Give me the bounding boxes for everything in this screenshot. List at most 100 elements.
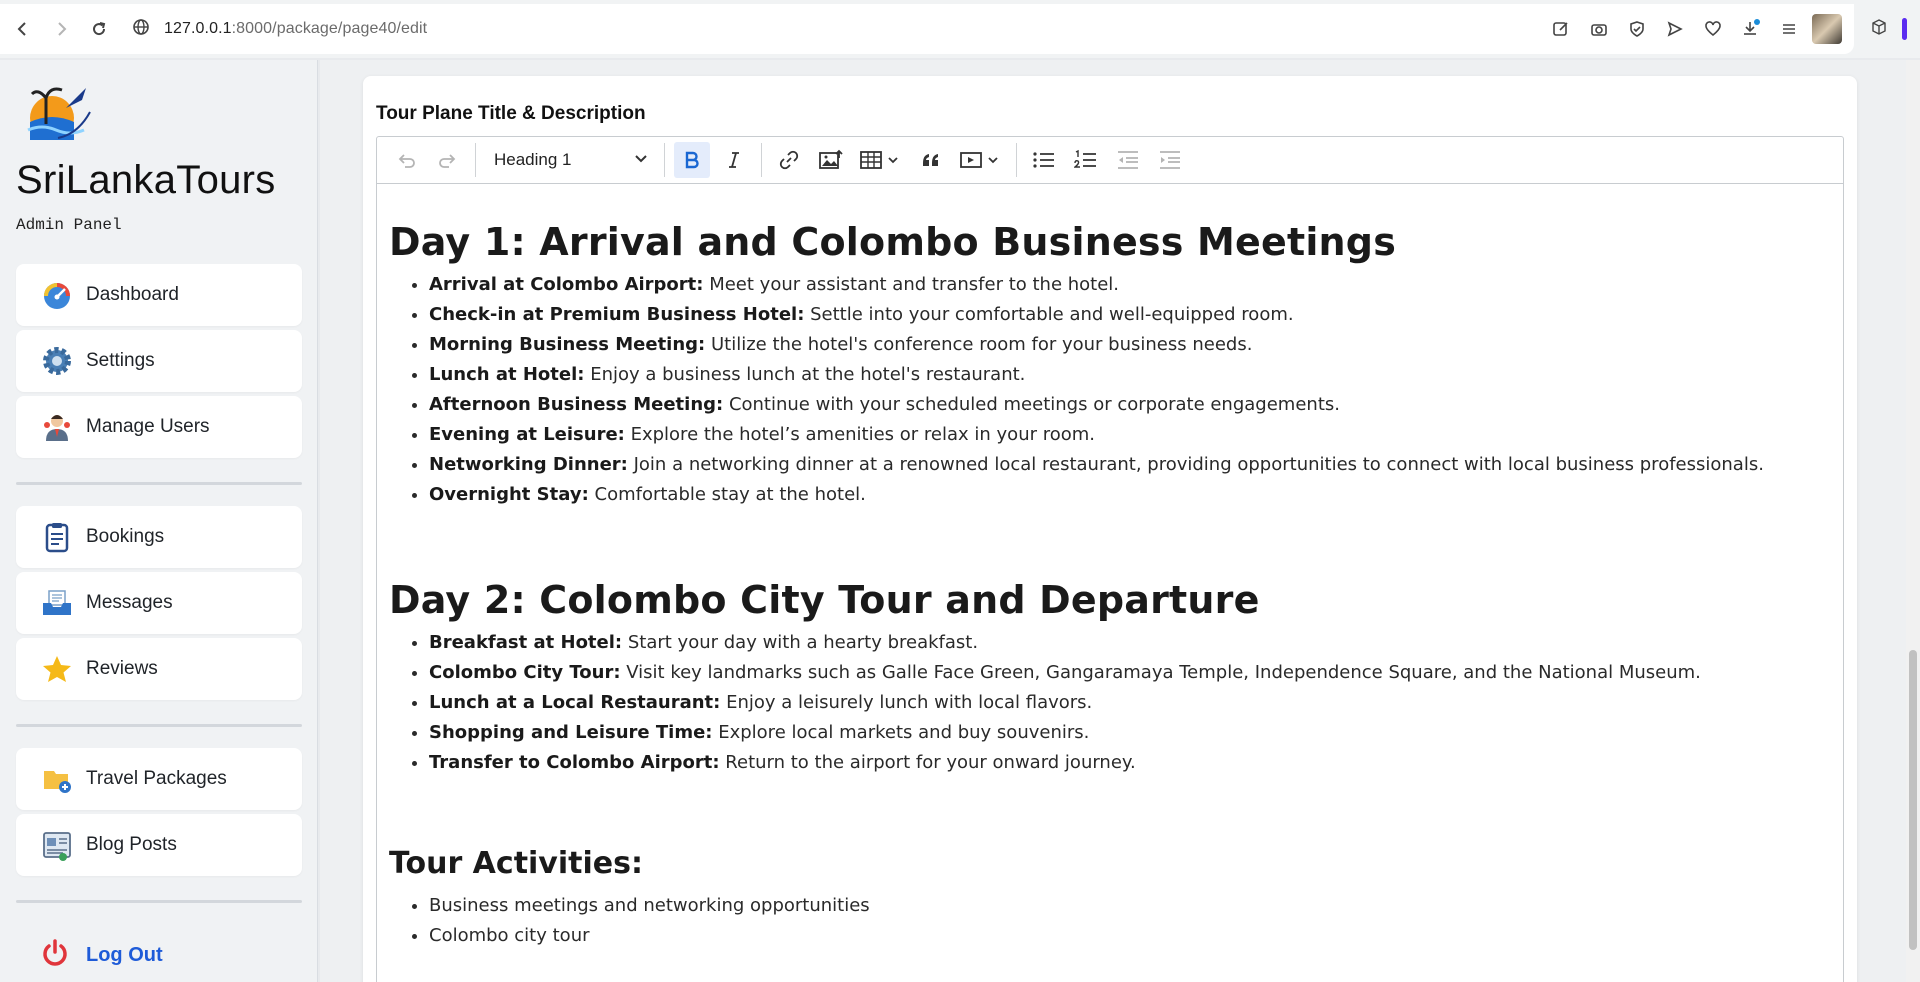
cube-icon[interactable] bbox=[1870, 18, 1888, 41]
bold-icon[interactable] bbox=[674, 142, 710, 178]
undo-icon[interactable] bbox=[388, 142, 424, 178]
sidebar-divider bbox=[16, 482, 302, 485]
list-item: Shopping and Leisure Time: Explore local… bbox=[429, 718, 1831, 748]
toolbar-separator bbox=[1016, 143, 1017, 177]
dashboard-gauge-icon bbox=[40, 278, 74, 312]
image-upload-icon[interactable] bbox=[813, 142, 849, 178]
address-bar[interactable]: 127.0.0.1:8000/package/page40/edit bbox=[132, 9, 427, 49]
sidebar-item-settings[interactable]: Settings bbox=[16, 330, 302, 392]
sidebar-item-blog-posts[interactable]: Blog Posts bbox=[16, 814, 302, 876]
sidebar-item-label: Dashboard bbox=[86, 284, 179, 305]
sidebar-item-label: Reviews bbox=[86, 658, 158, 679]
bulleted-list-icon[interactable] bbox=[1026, 142, 1062, 178]
browser-toolbar-inner: 127.0.0.1:8000/package/page40/edit bbox=[0, 4, 1854, 54]
travel-packages-folder-icon bbox=[40, 762, 74, 796]
list-item: Breakfast at Hotel: Start your day with … bbox=[429, 628, 1831, 658]
heading-dropdown[interactable]: Heading 1 bbox=[482, 142, 658, 178]
day2-heading: Day 2: Colombo City Tour and Departure bbox=[389, 578, 1260, 622]
reviews-star-icon bbox=[40, 652, 74, 686]
sidebar-item-manage-users[interactable]: Manage Users bbox=[16, 396, 302, 458]
day1-list: Arrival at Colombo Airport: Meet your as… bbox=[389, 270, 1831, 510]
browser-actions bbox=[1542, 4, 1842, 54]
sidebar-divider bbox=[16, 724, 302, 727]
bookings-clipboard-icon bbox=[40, 520, 74, 554]
browser-toolbar: 127.0.0.1:8000/package/page40/edit bbox=[0, 0, 1920, 58]
activities-list: Business meetings and networking opportu… bbox=[389, 891, 1831, 951]
sidebar: SriLankaTours Admin Panel Dashboard Sett… bbox=[0, 60, 318, 982]
sidebar-item-label: Bookings bbox=[86, 526, 165, 547]
sidebar-item-messages[interactable]: Messages bbox=[16, 572, 302, 634]
day2-list: Breakfast at Hotel: Start your day with … bbox=[389, 628, 1831, 778]
menu-icon[interactable] bbox=[1770, 10, 1808, 48]
list-item: Afternoon Business Meeting: Continue wit… bbox=[429, 390, 1831, 420]
blog-posts-icon bbox=[40, 828, 74, 862]
sidebar-item-label: Manage Users bbox=[86, 416, 210, 437]
list-item: Colombo city tour bbox=[429, 921, 1831, 951]
sidebar-item-label: Blog Posts bbox=[86, 834, 177, 855]
sidebar-item-label: Settings bbox=[86, 350, 155, 371]
list-item: Transfer to Colombo Airport: Return to t… bbox=[429, 748, 1831, 778]
back-arrow-icon[interactable] bbox=[4, 10, 42, 48]
list-item: Arrival at Colombo Airport: Meet your as… bbox=[429, 270, 1831, 300]
camera-icon[interactable] bbox=[1580, 10, 1618, 48]
activities-heading: Tour Activities: bbox=[389, 846, 643, 881]
list-item: Colombo City Tour: Visit key landmarks s… bbox=[429, 658, 1831, 688]
settings-gear-icon bbox=[40, 344, 74, 378]
sidebar-item-label: Travel Packages bbox=[86, 768, 227, 789]
list-item: Check-in at Premium Business Hotel: Sett… bbox=[429, 300, 1831, 330]
scrollbar-thumb[interactable] bbox=[1909, 650, 1917, 950]
sidebar-divider bbox=[16, 900, 302, 903]
day1-heading: Day 1: Arrival and Colombo Business Meet… bbox=[389, 220, 1397, 264]
sidebar-item-bookings[interactable]: Bookings bbox=[16, 506, 302, 568]
heading-dropdown-value: Heading 1 bbox=[494, 150, 572, 169]
extensions-area bbox=[1858, 4, 1920, 54]
shield-icon[interactable] bbox=[1618, 10, 1656, 48]
redo-icon[interactable] bbox=[430, 142, 466, 178]
url-host: 127.0.0.1 bbox=[164, 20, 232, 37]
url-path: :8000/package/page40/edit bbox=[231, 20, 428, 37]
page-scrollbar[interactable] bbox=[1906, 60, 1920, 982]
section-title: Tour Plane Title & Description bbox=[376, 103, 646, 124]
sidebar-item-reviews[interactable]: Reviews bbox=[16, 638, 302, 700]
list-item: Morning Business Meeting: Utilize the ho… bbox=[429, 330, 1831, 360]
list-item: Evening at Leisure: Explore the hotel’s … bbox=[429, 420, 1831, 450]
logo-icon bbox=[16, 78, 92, 150]
media-embed-icon[interactable] bbox=[955, 142, 1007, 178]
editor-card: Tour Plane Title & Description Heading 1 bbox=[363, 76, 1857, 982]
list-item: Lunch at a Local Restaurant: Enjoy a lei… bbox=[429, 688, 1831, 718]
heart-icon[interactable] bbox=[1694, 10, 1732, 48]
editor-toolbar: Heading 1 bbox=[376, 136, 1844, 184]
indent-icon[interactable] bbox=[1152, 142, 1188, 178]
chevron-down-icon bbox=[634, 150, 648, 170]
link-icon[interactable] bbox=[771, 142, 807, 178]
sidebar-item-label: Messages bbox=[86, 592, 173, 613]
toolbar-separator bbox=[761, 143, 762, 177]
numbered-list-icon[interactable] bbox=[1068, 142, 1104, 178]
sidebar-item-dashboard[interactable]: Dashboard bbox=[16, 264, 302, 326]
toolbar-separator bbox=[475, 143, 476, 177]
sidebar-item-travel-packages[interactable]: Travel Packages bbox=[16, 748, 302, 810]
quote-icon[interactable] bbox=[913, 142, 949, 178]
rich-text-editor[interactable]: Day 1: Arrival and Colombo Business Meet… bbox=[376, 184, 1844, 982]
logout-button[interactable]: Log Out bbox=[16, 930, 302, 980]
outdent-icon[interactable] bbox=[1110, 142, 1146, 178]
toolbar-separator bbox=[664, 143, 665, 177]
profile-avatar[interactable] bbox=[1812, 14, 1842, 44]
reload-icon[interactable] bbox=[80, 10, 118, 48]
forward-arrow-icon[interactable] bbox=[42, 10, 80, 48]
italic-icon[interactable] bbox=[716, 142, 752, 178]
manage-users-icon bbox=[40, 410, 74, 444]
edit-icon[interactable] bbox=[1542, 10, 1580, 48]
site-info-icon[interactable] bbox=[132, 18, 150, 41]
logout-label: Log Out bbox=[86, 943, 163, 966]
list-item: Networking Dinner: Join a networking din… bbox=[429, 450, 1831, 480]
list-item: Overnight Stay: Comfortable stay at the … bbox=[429, 480, 1831, 510]
brand-name: SriLankaTours bbox=[16, 158, 276, 202]
main-content: Tour Plane Title & Description Heading 1 bbox=[320, 60, 1920, 982]
messages-inbox-icon bbox=[40, 586, 74, 620]
url-text: 127.0.0.1:8000/package/page40/edit bbox=[164, 20, 427, 38]
list-item: Lunch at Hotel: Enjoy a business lunch a… bbox=[429, 360, 1831, 390]
table-icon[interactable] bbox=[855, 142, 907, 178]
send-icon[interactable] bbox=[1656, 10, 1694, 48]
download-icon[interactable] bbox=[1732, 10, 1770, 48]
